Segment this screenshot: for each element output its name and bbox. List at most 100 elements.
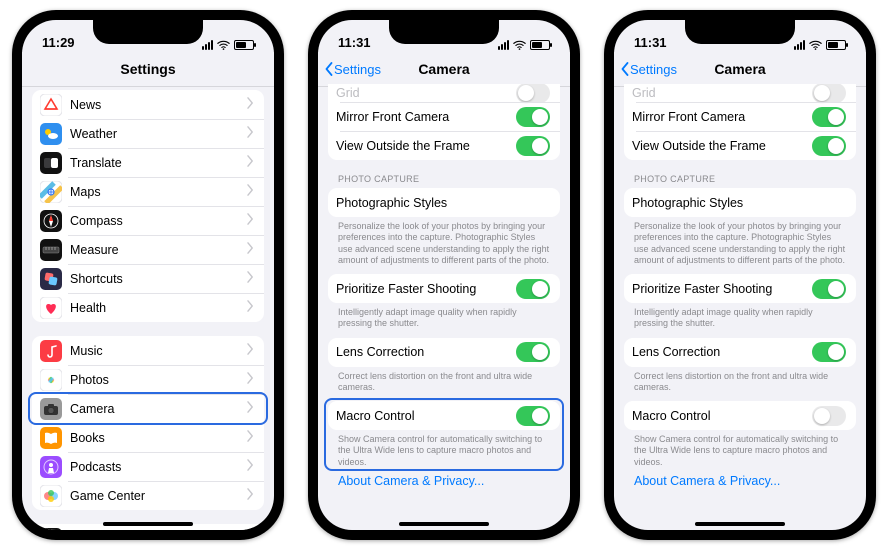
cellular-icon — [498, 40, 509, 50]
settings-row-photos[interactable]: Photos — [32, 365, 264, 394]
settings-row-camera[interactable]: Camera — [32, 394, 264, 423]
photographic-styles-row[interactable]: Photographic Styles — [624, 188, 856, 217]
home-indicator[interactable] — [399, 522, 489, 526]
row-label: View Outside the Frame — [632, 139, 812, 153]
prioritize-footer: Intelligently adapt image quality when r… — [634, 307, 846, 330]
prioritize-toggle[interactable] — [812, 279, 846, 299]
notch — [389, 20, 499, 44]
mirror-toggle[interactable] — [812, 107, 846, 127]
wifi-icon — [217, 40, 230, 50]
nav-bar: Settings Camera — [318, 52, 570, 87]
row-label: News — [70, 98, 247, 112]
weather-icon — [40, 123, 62, 145]
grid-toggle[interactable] — [812, 84, 846, 103]
row-label: Prioritize Faster Shooting — [336, 282, 516, 296]
lens-footer: Correct lens distortion on the front and… — [338, 371, 550, 394]
settings-row-shortcuts[interactable]: Shortcuts — [32, 264, 264, 293]
camera-content[interactable]: Grid Mirror Front Camera View Outside th… — [318, 84, 570, 530]
row-label: Translate — [70, 156, 247, 170]
settings-row-maps[interactable]: Maps — [32, 177, 264, 206]
lens-toggle[interactable] — [812, 342, 846, 362]
settings-row-measure[interactable]: Measure — [32, 235, 264, 264]
photo-capture-header: PHOTO CAPTURE — [338, 174, 550, 184]
page-title: Camera — [418, 61, 469, 77]
prioritize-row[interactable]: Prioritize Faster Shooting — [328, 274, 560, 303]
health-icon — [40, 297, 62, 319]
chevron-right-icon — [247, 96, 254, 114]
settings-row-weather[interactable]: Weather — [32, 119, 264, 148]
settings-row-health[interactable]: Health — [32, 293, 264, 322]
styles-footer: Personalize the look of your photos by b… — [338, 221, 550, 266]
home-indicator[interactable] — [103, 522, 193, 526]
settings-row-compass[interactable]: Compass — [32, 206, 264, 235]
styles-group: Photographic Styles — [624, 188, 856, 217]
settings-row-books[interactable]: Books — [32, 423, 264, 452]
about-camera-privacy-link[interactable]: About Camera & Privacy... — [634, 474, 780, 488]
row-label: Health — [70, 301, 247, 315]
chevron-right-icon — [247, 429, 254, 447]
settings-row-music[interactable]: Music — [32, 336, 264, 365]
prioritize-row[interactable]: Prioritize Faster Shooting — [624, 274, 856, 303]
back-button[interactable]: Settings — [620, 62, 677, 77]
chevron-right-icon — [247, 183, 254, 201]
about-camera-privacy-link[interactable]: About Camera & Privacy... — [338, 474, 484, 488]
photographic-styles-row[interactable]: Photographic Styles — [328, 188, 560, 217]
battery-icon — [826, 40, 846, 50]
page-title: Camera — [714, 61, 765, 77]
camera-row-mirror[interactable]: Mirror Front Camera — [624, 102, 856, 131]
outside-toggle[interactable] — [812, 136, 846, 156]
camera-row-grid[interactable]: Grid — [328, 84, 560, 102]
settings-group-0: News Weather Translate Maps Compass — [32, 90, 264, 322]
row-label: Shortcuts — [70, 272, 247, 286]
photo-capture-header: PHOTO CAPTURE — [634, 174, 846, 184]
nav-bar: Settings Camera — [614, 52, 866, 87]
camera-row-grid[interactable]: Grid — [624, 84, 856, 102]
composition-group: Grid Mirror Front Camera View Outside th… — [328, 84, 560, 160]
row-label: Music — [70, 344, 247, 358]
lens-row[interactable]: Lens Correction — [328, 338, 560, 367]
notch — [93, 20, 203, 44]
settings-content[interactable]: News Weather Translate Maps Compass — [22, 84, 274, 530]
mirror-toggle[interactable] — [516, 107, 550, 127]
lens-row[interactable]: Lens Correction — [624, 338, 856, 367]
camera-row-outside[interactable]: View Outside the Frame — [328, 131, 560, 160]
row-label: Lens Correction — [632, 345, 812, 359]
row-label: Photos — [70, 373, 247, 387]
settings-row-translate[interactable]: Translate — [32, 148, 264, 177]
music-icon — [40, 340, 62, 362]
books-icon — [40, 427, 62, 449]
row-label: Macro Control — [336, 409, 516, 423]
camera-row-mirror[interactable]: Mirror Front Camera — [328, 102, 560, 131]
phone-2: 11:31 Settings Camera Grid Mirror Front … — [308, 10, 580, 540]
macro-group: Macro Control — [328, 401, 560, 430]
back-button[interactable]: Settings — [324, 62, 381, 77]
back-label: Settings — [630, 62, 677, 77]
settings-row-gamecenter[interactable]: Game Center — [32, 481, 264, 510]
lens-toggle[interactable] — [516, 342, 550, 362]
photos-icon — [40, 369, 62, 391]
settings-row-podcasts[interactable]: Podcasts — [32, 452, 264, 481]
lens-footer: Correct lens distortion on the front and… — [634, 371, 846, 394]
chevron-right-icon — [247, 342, 254, 360]
camera-content[interactable]: Grid Mirror Front Camera View Outside th… — [614, 84, 866, 530]
macro-toggle[interactable] — [812, 406, 846, 426]
outside-toggle[interactable] — [516, 136, 550, 156]
phone-3: 11:31 Settings Camera Grid Mirror Front … — [604, 10, 876, 540]
prioritize-toggle[interactable] — [516, 279, 550, 299]
styles-group: Photographic Styles — [328, 188, 560, 217]
settings-row-news[interactable]: News — [32, 90, 264, 119]
composition-group: Grid Mirror Front Camera View Outside th… — [624, 84, 856, 160]
chevron-right-icon — [247, 154, 254, 172]
page-title: Settings — [120, 61, 175, 77]
home-indicator[interactable] — [695, 522, 785, 526]
grid-toggle[interactable] — [516, 84, 550, 103]
status-time: 11:29 — [42, 35, 75, 50]
chevron-left-icon — [324, 62, 333, 76]
prioritize-group: Prioritize Faster Shooting — [624, 274, 856, 303]
macro-toggle[interactable] — [516, 406, 550, 426]
compass-icon — [40, 210, 62, 232]
camera-row-macro[interactable]: Macro Control — [624, 401, 856, 430]
chevron-right-icon — [247, 530, 254, 531]
camera-row-outside[interactable]: View Outside the Frame — [624, 131, 856, 160]
camera-row-macro[interactable]: Macro Control — [328, 401, 560, 430]
